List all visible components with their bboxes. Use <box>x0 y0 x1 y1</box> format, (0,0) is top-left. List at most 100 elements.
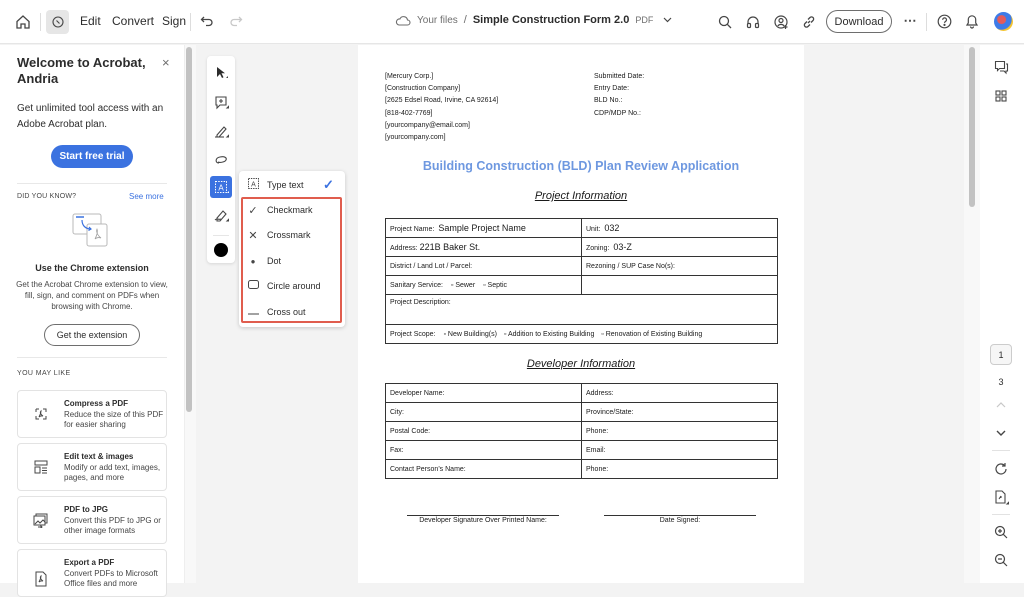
card-title: Edit text & images <box>64 452 134 461</box>
page-tools-icon[interactable] <box>993 489 1009 505</box>
checkbox-septic[interactable]: ▫ Septic <box>483 282 507 289</box>
read-aloud-icon[interactable] <box>745 14 761 30</box>
checkbox-new-building[interactable]: ▫ New Building(s) <box>443 331 496 338</box>
fill-and-sign-text-tool-button[interactable]: A <box>210 176 232 198</box>
form-field[interactable]: Email: <box>581 440 778 460</box>
annotation-toolbar: A <box>207 56 235 263</box>
link-icon[interactable] <box>801 14 817 30</box>
form-field[interactable]: Developer Name: <box>385 383 582 403</box>
next-page-icon[interactable] <box>993 425 1009 441</box>
home-icon[interactable] <box>14 13 32 31</box>
card-description: Reduce the size of this PDF for easier s… <box>64 410 164 429</box>
previous-page-icon[interactable] <box>993 397 1009 413</box>
total-pages: 3 <box>998 377 1004 387</box>
card-title: Export a PDF <box>64 558 115 567</box>
zoom-in-icon[interactable] <box>993 524 1009 540</box>
meta-line: CDP/MDP No.: <box>594 109 641 117</box>
image-export-icon <box>33 512 49 529</box>
suggestion-card-edit[interactable]: Edit text & images Modify or add text, i… <box>17 443 167 491</box>
svg-text:A: A <box>218 183 224 192</box>
card-title: Compress a PDF <box>64 399 129 408</box>
nav-edit[interactable]: Edit <box>80 14 101 28</box>
company-line: [Mercury Corp.] <box>385 73 434 80</box>
nav-convert[interactable]: Convert <box>112 14 154 28</box>
field-label: Address: <box>390 245 418 252</box>
field-label: District / Land Lot / Parcel: <box>390 262 473 270</box>
more-options-icon[interactable]: ⋯ <box>902 12 918 30</box>
extension-description: Get the Acrobat Chrome extension to view… <box>16 280 168 311</box>
address-field[interactable]: Address: 221B Baker St. <box>385 237 582 257</box>
divider <box>40 13 41 31</box>
draw-highlight-tool-button[interactable] <box>210 120 232 142</box>
undo-icon[interactable] <box>199 13 215 29</box>
add-comment-tool-button[interactable] <box>210 91 232 113</box>
field-value: 03-Z <box>613 242 632 252</box>
meta-line: Submitted Date: <box>594 73 645 80</box>
field-label: Zoning: <box>586 245 610 252</box>
get-extension-button[interactable]: Get the extension <box>44 324 140 346</box>
current-page-input[interactable]: 1 <box>990 344 1012 365</box>
breadcrumb-your-files[interactable]: Your files <box>417 15 458 26</box>
divider <box>17 183 167 184</box>
form-field[interactable]: Postal Code: <box>385 421 582 441</box>
chevron-down-icon[interactable] <box>663 17 672 23</box>
sign-pen-tool-button[interactable] <box>210 204 232 226</box>
zoning-field[interactable]: Zoning: 03-Z <box>581 237 778 257</box>
meta-line: Entry Date: <box>594 85 630 93</box>
compress-icon <box>33 406 49 422</box>
document-scrollbar-thumb[interactable] <box>969 47 975 207</box>
checkbox-renovation[interactable]: ▫ Renovation of Existing Building <box>601 331 702 338</box>
menu-item-label: Type text <box>267 180 304 190</box>
see-more-link[interactable]: See more <box>129 192 164 201</box>
form-field[interactable]: City: <box>385 402 582 422</box>
search-icon[interactable] <box>717 14 733 30</box>
nav-sign[interactable]: Sign <box>162 14 186 28</box>
annotation-highlight-box <box>241 197 342 323</box>
form-field[interactable]: Address: <box>581 383 778 403</box>
suggestion-card-compress[interactable]: Compress a PDF Reduce the size of this P… <box>17 390 167 438</box>
option-label: New Building(s) <box>447 330 497 338</box>
share-user-icon[interactable] <box>773 14 789 30</box>
suggestion-card-pdf-to-jpg[interactable]: PDF to JPG Convert this PDF to JPG or ot… <box>17 496 167 544</box>
project-description-field[interactable]: Project Description: <box>385 294 778 325</box>
file-type: PDF <box>635 15 654 25</box>
signature-label: Developer Signature Over Printed Name: <box>419 517 547 524</box>
menu-item-type-text[interactable]: A Type text ✓ <box>239 173 345 197</box>
user-avatar[interactable] <box>994 12 1013 31</box>
form-field[interactable]: Contact Person’s Name: <box>385 459 582 479</box>
rotate-icon[interactable] <box>993 461 1009 477</box>
table-row: City: Province/State: <box>385 402 778 422</box>
notifications-bell-icon[interactable] <box>964 13 980 29</box>
page-thumbnails-icon[interactable] <box>993 88 1009 104</box>
suggestion-card-export[interactable]: Export a PDF Convert PDFs to Microsoft O… <box>17 549 167 597</box>
select-tool-button[interactable] <box>210 62 232 84</box>
form-field[interactable]: Phone: <box>581 459 778 479</box>
download-button[interactable]: Download <box>826 10 892 33</box>
option-label: Addition to Existing Building <box>507 330 595 338</box>
lasso-draw-tool-button[interactable] <box>210 149 232 171</box>
company-line: [yourcompany.com] <box>385 134 446 142</box>
color-picker-swatch[interactable] <box>214 243 228 257</box>
checkbox-sewer[interactable]: ▫ Sewer <box>451 282 475 289</box>
option-label: Sewer <box>455 281 476 289</box>
checkbox-addition[interactable]: ▫ Addition to Existing Building <box>504 331 594 338</box>
rezoning-field[interactable]: Rezoning / SUP Case No(s): <box>581 256 778 276</box>
ai-assistant-button[interactable] <box>46 10 69 34</box>
chrome-extension-illustration-icon <box>72 212 114 248</box>
unit-field[interactable]: Unit: 032 <box>581 218 778 238</box>
edit-layout-icon <box>33 459 49 475</box>
redo-icon[interactable] <box>228 13 244 29</box>
zoom-out-icon[interactable] <box>993 552 1009 568</box>
comments-icon[interactable] <box>993 59 1009 75</box>
form-field[interactable]: Province/State: <box>581 402 778 422</box>
field-value: 032 <box>604 223 620 233</box>
project-name-field[interactable]: Project Name: Sample Project Name <box>385 218 582 238</box>
sidebar-scrollbar-thumb[interactable] <box>186 47 192 412</box>
help-icon[interactable] <box>936 13 952 29</box>
start-free-trial-button[interactable]: Start free trial <box>51 145 133 168</box>
form-field[interactable]: Fax: <box>385 440 582 460</box>
form-field[interactable]: Phone: <box>581 421 778 441</box>
district-field[interactable]: District / Land Lot / Parcel: <box>385 256 582 276</box>
close-icon[interactable]: × <box>162 55 170 70</box>
pdf-page: [Mercury Corp.] [Construction Company] [… <box>358 45 804 583</box>
